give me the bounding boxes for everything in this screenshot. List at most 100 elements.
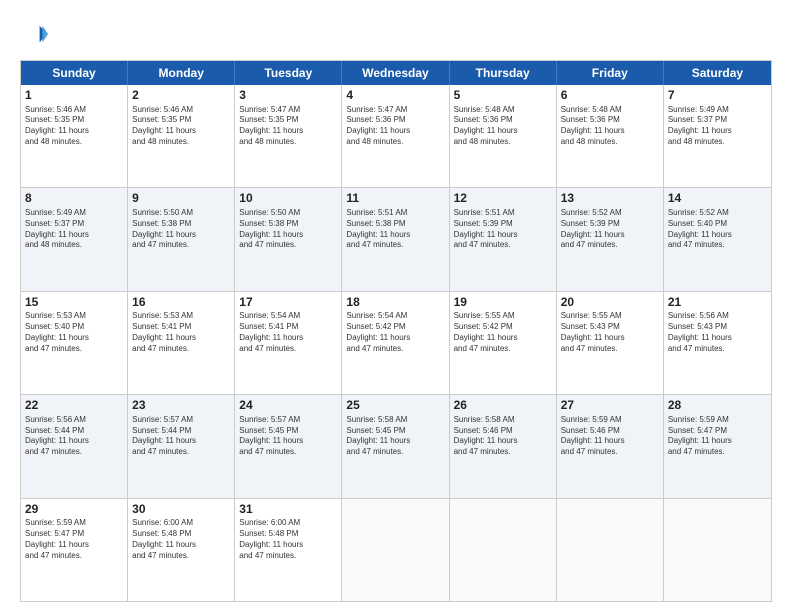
day-info: Daylight: 11 hours	[132, 436, 230, 447]
calendar-day-15: 15Sunrise: 5:53 AMSunset: 5:40 PMDayligh…	[21, 292, 128, 394]
day-info: Sunset: 5:43 PM	[668, 322, 767, 333]
day-info: Sunset: 5:36 PM	[454, 115, 552, 126]
day-info: and 48 minutes.	[132, 137, 230, 148]
day-info: Sunset: 5:38 PM	[239, 219, 337, 230]
day-info: Sunrise: 5:53 AM	[132, 311, 230, 322]
day-info: Daylight: 11 hours	[668, 230, 767, 241]
day-info: Sunset: 5:47 PM	[668, 426, 767, 437]
day-number: 9	[132, 191, 230, 207]
day-info: Sunrise: 5:54 AM	[346, 311, 444, 322]
day-info: Sunset: 5:35 PM	[132, 115, 230, 126]
calendar-day-5: 5Sunrise: 5:48 AMSunset: 5:36 PMDaylight…	[450, 85, 557, 187]
day-info: Sunrise: 5:53 AM	[25, 311, 123, 322]
calendar-day-28: 28Sunrise: 5:59 AMSunset: 5:47 PMDayligh…	[664, 395, 771, 497]
day-info: Daylight: 11 hours	[132, 126, 230, 137]
day-info: Sunrise: 5:57 AM	[239, 415, 337, 426]
calendar-day-25: 25Sunrise: 5:58 AMSunset: 5:45 PMDayligh…	[342, 395, 449, 497]
day-number: 22	[25, 398, 123, 414]
day-info: Sunset: 5:48 PM	[239, 529, 337, 540]
calendar-day-20: 20Sunrise: 5:55 AMSunset: 5:43 PMDayligh…	[557, 292, 664, 394]
calendar-day-19: 19Sunrise: 5:55 AMSunset: 5:42 PMDayligh…	[450, 292, 557, 394]
calendar-day-2: 2Sunrise: 5:46 AMSunset: 5:35 PMDaylight…	[128, 85, 235, 187]
day-info: Daylight: 11 hours	[454, 230, 552, 241]
calendar-day-22: 22Sunrise: 5:56 AMSunset: 5:44 PMDayligh…	[21, 395, 128, 497]
day-info: Daylight: 11 hours	[25, 126, 123, 137]
day-info: Daylight: 11 hours	[346, 436, 444, 447]
day-info: Sunrise: 5:49 AM	[25, 208, 123, 219]
day-info: Sunrise: 5:51 AM	[346, 208, 444, 219]
day-info: Sunset: 5:41 PM	[132, 322, 230, 333]
day-info: Sunrise: 5:59 AM	[561, 415, 659, 426]
day-info: and 47 minutes.	[25, 551, 123, 562]
page: SundayMondayTuesdayWednesdayThursdayFrid…	[0, 0, 792, 612]
day-info: Daylight: 11 hours	[346, 126, 444, 137]
day-info: Sunrise: 5:51 AM	[454, 208, 552, 219]
header-day-sunday: Sunday	[21, 61, 128, 85]
day-info: and 47 minutes.	[454, 240, 552, 251]
day-info: Daylight: 11 hours	[239, 126, 337, 137]
calendar-day-31: 31Sunrise: 6:00 AMSunset: 5:48 PMDayligh…	[235, 499, 342, 601]
calendar-empty	[664, 499, 771, 601]
day-info: Daylight: 11 hours	[25, 230, 123, 241]
day-info: Sunrise: 5:54 AM	[239, 311, 337, 322]
day-info: Sunset: 5:39 PM	[561, 219, 659, 230]
day-number: 21	[668, 295, 767, 311]
day-info: Daylight: 11 hours	[239, 230, 337, 241]
calendar-week-5: 29Sunrise: 5:59 AMSunset: 5:47 PMDayligh…	[21, 499, 771, 601]
calendar: SundayMondayTuesdayWednesdayThursdayFrid…	[20, 60, 772, 602]
day-info: Sunset: 5:42 PM	[454, 322, 552, 333]
calendar-header: SundayMondayTuesdayWednesdayThursdayFrid…	[21, 61, 771, 85]
day-info: Sunset: 5:40 PM	[668, 219, 767, 230]
header-day-wednesday: Wednesday	[342, 61, 449, 85]
calendar-empty	[450, 499, 557, 601]
calendar-day-27: 27Sunrise: 5:59 AMSunset: 5:46 PMDayligh…	[557, 395, 664, 497]
day-info: Daylight: 11 hours	[561, 126, 659, 137]
day-info: and 47 minutes.	[239, 447, 337, 458]
day-info: Sunrise: 5:50 AM	[239, 208, 337, 219]
calendar-day-1: 1Sunrise: 5:46 AMSunset: 5:35 PMDaylight…	[21, 85, 128, 187]
day-info: Sunrise: 5:56 AM	[668, 311, 767, 322]
day-info: Sunset: 5:43 PM	[561, 322, 659, 333]
calendar-day-23: 23Sunrise: 5:57 AMSunset: 5:44 PMDayligh…	[128, 395, 235, 497]
day-info: Daylight: 11 hours	[25, 436, 123, 447]
header-day-friday: Friday	[557, 61, 664, 85]
day-number: 1	[25, 88, 123, 104]
day-info: Daylight: 11 hours	[132, 230, 230, 241]
header	[20, 20, 772, 48]
day-info: Sunrise: 5:49 AM	[668, 105, 767, 116]
day-info: Daylight: 11 hours	[25, 540, 123, 551]
day-info: and 48 minutes.	[25, 137, 123, 148]
day-info: and 48 minutes.	[454, 137, 552, 148]
day-info: Sunrise: 5:47 AM	[239, 105, 337, 116]
day-info: and 47 minutes.	[454, 447, 552, 458]
day-number: 12	[454, 191, 552, 207]
day-info: Sunrise: 5:55 AM	[561, 311, 659, 322]
day-info: Sunrise: 5:48 AM	[561, 105, 659, 116]
day-number: 28	[668, 398, 767, 414]
calendar-day-12: 12Sunrise: 5:51 AMSunset: 5:39 PMDayligh…	[450, 188, 557, 290]
day-number: 11	[346, 191, 444, 207]
day-number: 18	[346, 295, 444, 311]
day-info: Sunrise: 5:47 AM	[346, 105, 444, 116]
day-info: and 47 minutes.	[239, 240, 337, 251]
day-number: 23	[132, 398, 230, 414]
day-info: Sunrise: 5:58 AM	[346, 415, 444, 426]
calendar-day-13: 13Sunrise: 5:52 AMSunset: 5:39 PMDayligh…	[557, 188, 664, 290]
day-number: 4	[346, 88, 444, 104]
day-number: 27	[561, 398, 659, 414]
day-number: 31	[239, 502, 337, 518]
calendar-day-7: 7Sunrise: 5:49 AMSunset: 5:37 PMDaylight…	[664, 85, 771, 187]
day-info: and 47 minutes.	[668, 447, 767, 458]
day-info: and 47 minutes.	[132, 551, 230, 562]
day-number: 20	[561, 295, 659, 311]
day-info: Sunset: 5:38 PM	[346, 219, 444, 230]
day-number: 15	[25, 295, 123, 311]
day-info: Sunset: 5:44 PM	[132, 426, 230, 437]
day-number: 14	[668, 191, 767, 207]
calendar-day-4: 4Sunrise: 5:47 AMSunset: 5:36 PMDaylight…	[342, 85, 449, 187]
day-info: and 47 minutes.	[668, 344, 767, 355]
day-info: and 47 minutes.	[132, 344, 230, 355]
calendar-day-17: 17Sunrise: 5:54 AMSunset: 5:41 PMDayligh…	[235, 292, 342, 394]
calendar-week-3: 15Sunrise: 5:53 AMSunset: 5:40 PMDayligh…	[21, 292, 771, 395]
day-info: Sunset: 5:46 PM	[454, 426, 552, 437]
